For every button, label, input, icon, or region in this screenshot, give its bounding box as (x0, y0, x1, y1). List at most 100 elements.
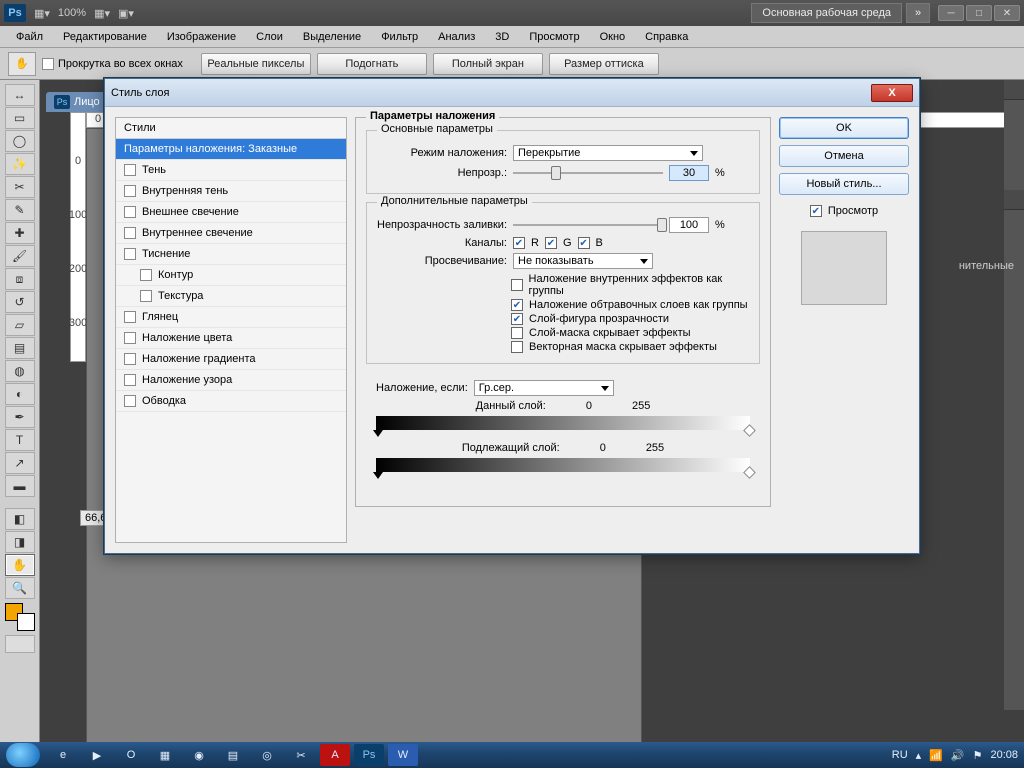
menu-file[interactable]: Файл (8, 28, 51, 46)
3d-camera-tool-icon[interactable]: ◨ (5, 531, 35, 553)
style-checkbox[interactable] (124, 311, 136, 323)
bridge-icon[interactable]: ▦▾ (34, 7, 50, 20)
opacity-input[interactable]: 30 (669, 165, 709, 181)
marquee-tool-icon[interactable]: ▭ (5, 107, 35, 129)
taskbar-notepad-icon[interactable]: ▤ (218, 744, 248, 766)
workspace-more-icon[interactable]: » (906, 3, 930, 23)
menu-analysis[interactable]: Анализ (430, 28, 483, 46)
right-collapsed-panels[interactable] (1004, 80, 1024, 710)
taskbar-photoshop-icon[interactable]: Ps (354, 744, 384, 766)
network-icon[interactable]: 📶 (929, 749, 943, 762)
dodge-tool-icon[interactable]: ◐ (5, 383, 35, 405)
taskbar-wmp-icon[interactable]: ▶ (82, 744, 112, 766)
taskbar-word-icon[interactable]: W (388, 744, 418, 766)
crop-tool-icon[interactable]: ✂ (5, 176, 35, 198)
dialog-titlebar[interactable]: Стиль слоя X (105, 79, 919, 107)
cancel-button[interactable]: Отмена (779, 145, 909, 167)
type-tool-icon[interactable]: T (5, 429, 35, 451)
channel-r-checkbox[interactable] (513, 237, 525, 249)
wand-tool-icon[interactable]: ✨ (5, 153, 35, 175)
hand-tool-icon[interactable]: ✋ (8, 52, 36, 76)
menu-3d[interactable]: 3D (487, 28, 517, 46)
zoom-dropdown[interactable]: 100% (58, 7, 86, 19)
menu-help[interactable]: Справка (637, 28, 696, 46)
zoom-tool-icon[interactable]: 🔍 (5, 577, 35, 599)
blend-mode-select[interactable]: Перекрытие (513, 145, 703, 161)
advanced-option-checkbox[interactable] (511, 279, 523, 291)
screen-mode-icon[interactable]: ▣▾ (118, 7, 134, 20)
style-checkbox[interactable] (140, 290, 152, 302)
style-item[interactable]: Наложение градиента (116, 349, 346, 370)
clock[interactable]: 20:08 (990, 749, 1018, 761)
style-item[interactable]: Контур (116, 265, 346, 286)
menu-layers[interactable]: Слои (248, 28, 291, 46)
flag-icon[interactable]: ⚑ (973, 749, 983, 762)
style-item[interactable]: Внутреннее свечение (116, 223, 346, 244)
taskbar-explorer-icon[interactable]: ▦ (150, 744, 180, 766)
channel-g-checkbox[interactable] (545, 237, 557, 249)
style-checkbox[interactable] (124, 395, 136, 407)
print-size-button[interactable]: Размер оттиска (549, 53, 659, 75)
ok-button[interactable]: OK (779, 117, 909, 139)
view-extras-icon[interactable]: ▦▾ (94, 7, 110, 20)
style-item[interactable]: Текстура (116, 286, 346, 307)
shape-tool-icon[interactable]: ▬ (5, 475, 35, 497)
document-tab[interactable]: Ps Лицо (46, 92, 108, 112)
path-tool-icon[interactable]: ↗ (5, 452, 35, 474)
new-style-button[interactable]: Новый стиль... (779, 173, 909, 195)
advanced-option-checkbox[interactable] (511, 341, 523, 353)
opacity-slider[interactable] (513, 172, 663, 174)
menu-edit[interactable]: Редактирование (55, 28, 155, 46)
hand-tool-icon[interactable]: ✋ (5, 554, 35, 576)
advanced-option-checkbox[interactable] (511, 327, 523, 339)
window-maximize-button[interactable]: □ (966, 5, 992, 21)
brush-tool-icon[interactable]: 🖌 (5, 245, 35, 267)
history-brush-tool-icon[interactable]: ↺ (5, 291, 35, 313)
quickmask-icon[interactable] (5, 635, 35, 653)
3d-tool-icon[interactable]: ◧ (5, 508, 35, 530)
start-button[interactable] (6, 743, 40, 767)
menu-view[interactable]: Просмотр (521, 28, 587, 46)
volume-icon[interactable]: 🔊 (951, 749, 965, 762)
fill-opacity-input[interactable]: 100 (669, 217, 709, 233)
blend-if-select[interactable]: Гр.сер. (474, 380, 614, 396)
style-checkbox[interactable] (124, 206, 136, 218)
style-checkbox[interactable] (124, 374, 136, 386)
healing-tool-icon[interactable]: ✚ (5, 222, 35, 244)
under-layer-range[interactable] (376, 458, 750, 472)
eraser-tool-icon[interactable]: ▱ (5, 314, 35, 336)
knockout-select[interactable]: Не показывать (513, 253, 653, 269)
channel-b-checkbox[interactable] (578, 237, 590, 249)
advanced-option-checkbox[interactable] (511, 313, 523, 325)
dialog-close-button[interactable]: X (871, 84, 913, 102)
style-checkbox[interactable] (124, 353, 136, 365)
style-item[interactable]: Внешнее свечение (116, 202, 346, 223)
system-tray[interactable]: RU ▴ 📶 🔊 ⚑ 20:08 (892, 749, 1018, 762)
taskbar-opera-icon[interactable]: O (116, 744, 146, 766)
menu-image[interactable]: Изображение (159, 28, 244, 46)
taskbar-acrobat-icon[interactable]: A (320, 744, 350, 766)
style-item[interactable]: Глянец (116, 307, 346, 328)
advanced-option-checkbox[interactable] (511, 299, 523, 311)
this-layer-range[interactable] (376, 416, 750, 430)
stamp-tool-icon[interactable]: ⧈ (5, 268, 35, 290)
language-indicator[interactable]: RU (892, 749, 908, 761)
style-checkbox[interactable] (124, 164, 136, 176)
move-tool-icon[interactable]: ↔ (5, 84, 35, 106)
preview-checkbox[interactable] (810, 205, 822, 217)
taskbar-chrome-icon[interactable]: ◉ (184, 744, 214, 766)
menu-filter[interactable]: Фильтр (373, 28, 426, 46)
scroll-all-windows-checkbox[interactable] (42, 58, 54, 70)
style-item[interactable]: Наложение узора (116, 370, 346, 391)
taskbar-snip-icon[interactable]: ✂ (286, 744, 316, 766)
fit-screen-button[interactable]: Подогнать (317, 53, 427, 75)
style-checkbox[interactable] (124, 185, 136, 197)
style-checkbox[interactable] (124, 332, 136, 344)
menu-select[interactable]: Выделение (295, 28, 369, 46)
style-checkbox[interactable] (124, 248, 136, 260)
fill-opacity-slider[interactable] (513, 224, 663, 226)
taskbar-app-icon[interactable]: ◎ (252, 744, 282, 766)
style-checkbox[interactable] (124, 227, 136, 239)
style-item[interactable]: Внутренняя тень (116, 181, 346, 202)
fill-screen-button[interactable]: Полный экран (433, 53, 543, 75)
